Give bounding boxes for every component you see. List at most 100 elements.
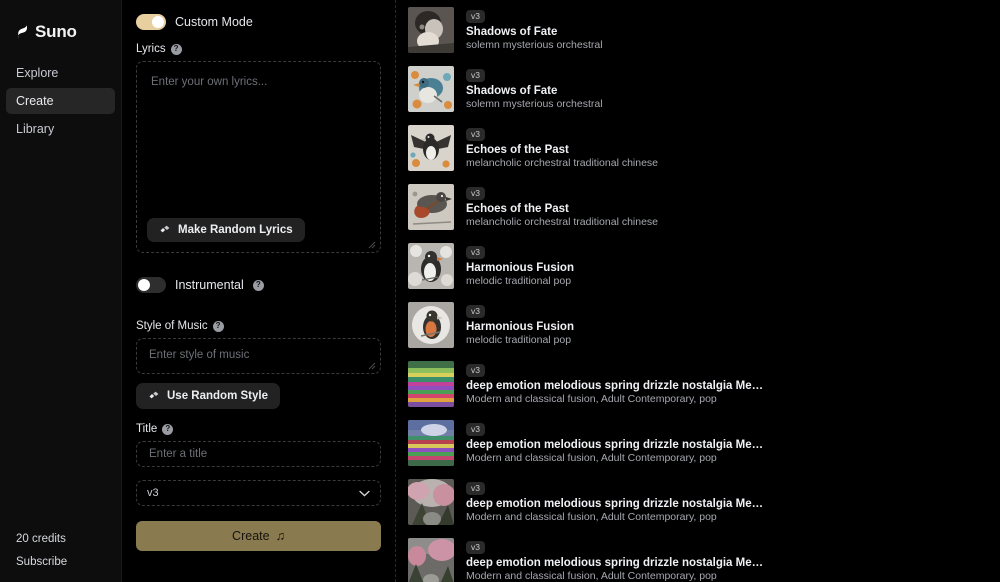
model-version-value: v3 xyxy=(147,487,159,499)
sidebar-item-create[interactable]: Create xyxy=(6,88,115,114)
custom-mode-toggle[interactable] xyxy=(136,14,166,30)
song-artwork[interactable] xyxy=(408,183,454,230)
suno-logo-icon xyxy=(15,24,30,40)
music-note-icon: ♫ xyxy=(275,529,285,543)
sidebar-item-label: Explore xyxy=(16,66,59,80)
instrumental-row: Instrumental ? xyxy=(136,273,381,297)
song-info: v3 Harmonious Fusion melodic traditional… xyxy=(466,304,574,346)
list-item[interactable]: v3 deep emotion melodious spring drizzle… xyxy=(405,354,1000,413)
sidebar-footer: 20 credits Subscribe xyxy=(0,533,121,582)
song-title: Echoes of the Past xyxy=(466,202,569,215)
song-info: v3 Shadows of Fate solemn mysterious orc… xyxy=(466,68,603,110)
song-info: v3 Harmonious Fusion melodic traditional… xyxy=(466,245,574,287)
song-tags: solemn mysterious orchestral xyxy=(466,38,603,51)
song-info: v3 deep emotion melodious spring drizzle… xyxy=(466,540,766,582)
song-title: deep emotion melodious spring drizzle no… xyxy=(466,438,766,451)
song-title: Shadows of Fate xyxy=(466,84,558,97)
song-artwork[interactable] xyxy=(408,478,454,525)
style-label-row: Style of Music ? xyxy=(136,320,381,332)
list-item[interactable]: v3 deep emotion melodious spring drizzle… xyxy=(405,413,1000,472)
instrumental-toggle[interactable] xyxy=(136,277,166,293)
song-artwork[interactable] xyxy=(408,124,454,171)
sidebar-item-library[interactable]: Library xyxy=(6,116,115,142)
song-title: Echoes of the Past xyxy=(466,143,569,156)
song-artwork[interactable] xyxy=(408,301,454,348)
resize-handle-icon[interactable] xyxy=(368,362,376,370)
list-item[interactable]: v3 Shadows of Fate solemn mysterious orc… xyxy=(405,0,1000,59)
dice-icon xyxy=(160,225,170,233)
create-button[interactable]: Create ♫ xyxy=(136,521,381,551)
song-info: v3 deep emotion melodious spring drizzle… xyxy=(466,422,766,464)
song-tags: Modern and classical fusion, Adult Conte… xyxy=(466,569,717,582)
song-artwork[interactable] xyxy=(408,360,454,407)
style-of-music-input[interactable]: Enter style of music xyxy=(136,338,381,374)
song-tags: melodic traditional pop xyxy=(466,274,572,287)
dice-icon xyxy=(149,391,159,399)
song-info: v3 Echoes of the Past melancholic orches… xyxy=(466,127,658,169)
list-item[interactable]: v3 deep emotion melodious spring drizzle… xyxy=(405,472,1000,531)
list-item[interactable]: v3 Echoes of the Past melancholic orches… xyxy=(405,177,1000,236)
song-artwork[interactable] xyxy=(408,419,454,466)
song-artwork[interactable] xyxy=(408,537,454,582)
sidebar-item-label: Create xyxy=(16,94,54,108)
help-circle-icon[interactable]: ? xyxy=(162,423,174,435)
app-root: Suno Explore Create Library 20 credits S… xyxy=(0,0,1000,582)
credits-label: 20 credits xyxy=(16,533,66,545)
song-info: v3 Echoes of the Past melancholic orches… xyxy=(466,186,658,228)
list-item[interactable]: v3 Echoes of the Past melancholic orches… xyxy=(405,118,1000,177)
song-title: Harmonious Fusion xyxy=(466,320,574,333)
song-info: v3 deep emotion melodious spring drizzle… xyxy=(466,363,766,405)
version-badge: v3 xyxy=(466,540,485,554)
custom-mode-label: Custom Mode xyxy=(175,15,253,29)
title-label-row: Title ? xyxy=(136,423,381,435)
subscribe-link[interactable]: Subscribe xyxy=(16,556,121,568)
use-random-style-button[interactable]: Use Random Style xyxy=(136,383,280,409)
song-artwork[interactable] xyxy=(408,65,454,112)
song-info: v3 deep emotion melodious spring drizzle… xyxy=(466,481,766,523)
instrumental-label: Instrumental xyxy=(175,278,244,292)
custom-mode-row: Custom Mode xyxy=(136,10,381,34)
list-item[interactable]: v3 Harmonious Fusion melodic traditional… xyxy=(405,236,1000,295)
model-version-select[interactable]: v3 xyxy=(136,480,381,506)
song-tags: Modern and classical fusion, Adult Conte… xyxy=(466,392,717,405)
version-badge: v3 xyxy=(466,481,485,495)
song-artwork[interactable] xyxy=(408,6,454,53)
song-title: Harmonious Fusion xyxy=(466,261,574,274)
chevron-down-icon xyxy=(359,490,370,496)
song-list: v3 Shadows of Fate solemn mysterious orc… xyxy=(396,0,1000,582)
help-circle-icon[interactable]: ? xyxy=(212,320,224,332)
version-badge: v3 xyxy=(466,304,485,318)
song-tags: Modern and classical fusion, Adult Conte… xyxy=(466,451,717,464)
song-info: v3 Shadows of Fate solemn mysterious orc… xyxy=(466,9,603,51)
version-badge: v3 xyxy=(466,68,485,82)
song-tags: melancholic orchestral traditional chine… xyxy=(466,215,659,228)
sidebar-item-label: Library xyxy=(16,122,55,136)
list-item[interactable]: v3 deep emotion melodious spring drizzle… xyxy=(405,531,1000,582)
resize-handle-icon[interactable] xyxy=(368,241,376,249)
create-form-panel: Custom Mode Lyrics ? Enter your own lyri… xyxy=(122,0,396,582)
brand[interactable]: Suno xyxy=(0,0,121,48)
song-artwork[interactable] xyxy=(408,242,454,289)
song-tags: melodic traditional pop xyxy=(466,333,572,346)
lyrics-label-row: Lyrics ? xyxy=(136,43,381,55)
title-input[interactable]: Enter a title xyxy=(136,441,381,467)
toggle-knob xyxy=(138,279,150,291)
style-placeholder: Enter style of music xyxy=(149,349,250,361)
list-item[interactable]: v3 Harmonious Fusion melodic traditional… xyxy=(405,295,1000,354)
lyrics-textarea[interactable]: Enter your own lyrics... Make Random Lyr… xyxy=(136,61,381,253)
style-of-music-label: Style of Music xyxy=(136,320,208,332)
sidebar-nav: Explore Create Library xyxy=(0,60,121,142)
song-title: deep emotion melodious spring drizzle no… xyxy=(466,556,766,569)
version-badge: v3 xyxy=(466,245,485,259)
help-circle-icon[interactable]: ? xyxy=(170,43,182,55)
sidebar-item-explore[interactable]: Explore xyxy=(6,60,115,86)
make-random-lyrics-button[interactable]: Make Random Lyrics xyxy=(147,218,305,242)
list-item[interactable]: v3 Shadows of Fate solemn mysterious orc… xyxy=(405,59,1000,118)
help-circle-icon[interactable]: ? xyxy=(252,279,264,291)
sidebar: Suno Explore Create Library 20 credits S… xyxy=(0,0,122,582)
version-badge: v3 xyxy=(466,186,485,200)
version-badge: v3 xyxy=(466,9,485,23)
version-badge: v3 xyxy=(466,127,485,141)
song-tags: melancholic orchestral traditional chine… xyxy=(466,156,659,169)
song-tags: Modern and classical fusion, Adult Conte… xyxy=(466,510,717,523)
